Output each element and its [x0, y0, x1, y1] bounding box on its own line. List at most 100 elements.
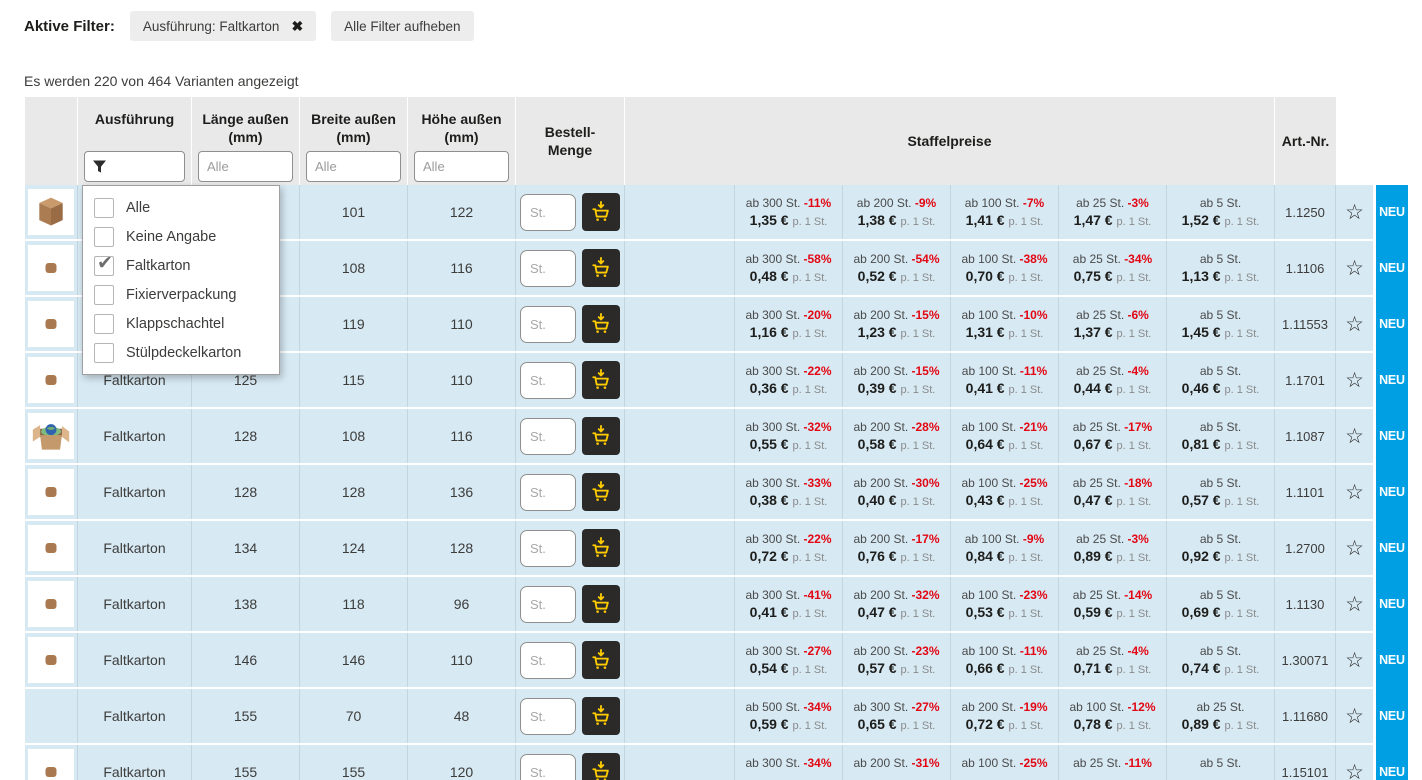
tier-price-suffix: p. 1 St. — [900, 384, 935, 396]
option-checkbox[interactable]: ✔ — [94, 285, 114, 305]
product-thumbnail[interactable] — [28, 525, 74, 571]
option-checkbox[interactable]: ✔ — [94, 314, 114, 334]
add-to-cart-button[interactable] — [582, 249, 620, 287]
hoehe-filter-input[interactable] — [414, 151, 509, 182]
product-thumbnail[interactable] — [28, 637, 74, 683]
favorite-star-icon[interactable]: ☆ — [1345, 426, 1364, 447]
option-checkbox[interactable]: ✔ — [94, 343, 114, 363]
favorite-star-icon[interactable]: ☆ — [1345, 202, 1364, 223]
breite-filter-input[interactable] — [306, 151, 401, 182]
quantity-input[interactable] — [520, 306, 576, 343]
favorite-star-icon[interactable]: ☆ — [1345, 538, 1364, 559]
tier-price: 0,39 € — [858, 380, 897, 396]
favorite-star-icon[interactable]: ☆ — [1345, 762, 1364, 780]
dropdown-option[interactable]: ✔ Alle — [83, 193, 279, 222]
table-row: Faltkarton 128 108 116 ab 300 St. -32% 0… — [25, 409, 1412, 463]
dropdown-option[interactable]: ✔ Fixierverpackung — [83, 280, 279, 309]
price-spacer-cell — [625, 353, 735, 407]
quantity-input[interactable] — [520, 474, 576, 511]
price-tier: ab 200 St. -23% 0,57 € p. 1 St. — [843, 633, 951, 687]
filter-chip-ausfuehrung[interactable]: Ausführung: Faltkarton ✖ — [130, 11, 316, 41]
dropdown-option[interactable]: ✔ Keine Angabe — [83, 222, 279, 251]
tier-discount: -34% — [804, 700, 832, 714]
product-thumbnail[interactable] — [28, 413, 74, 459]
tier-quantity: ab 200 St. — [853, 308, 908, 322]
product-thumbnail[interactable] — [28, 469, 74, 515]
favorite-star-icon[interactable]: ☆ — [1345, 258, 1364, 279]
option-checkbox[interactable]: ✔ — [94, 198, 114, 218]
add-to-cart-button[interactable] — [582, 305, 620, 343]
tier-price: 0,92 € — [1182, 548, 1221, 564]
product-thumbnail[interactable] — [28, 245, 74, 291]
tier-discount: -28% — [912, 420, 940, 434]
cart-arrow-down-icon — [590, 369, 612, 391]
price-tier: ab 5 St. 0,57 € p. 1 St. — [1167, 465, 1275, 519]
quantity-input[interactable] — [520, 194, 576, 231]
add-to-cart-button[interactable] — [582, 193, 620, 231]
tier-price-suffix: p. 1 St. — [1224, 552, 1259, 564]
add-to-cart-button[interactable] — [582, 641, 620, 679]
add-to-cart-button[interactable] — [582, 529, 620, 567]
small-box-image — [44, 765, 58, 779]
tier-price-suffix: p. 1 St. — [900, 440, 935, 452]
add-to-cart-button[interactable] — [582, 473, 620, 511]
favorite-star-icon[interactable]: ☆ — [1345, 482, 1364, 503]
favorite-star-icon[interactable]: ☆ — [1345, 314, 1364, 335]
add-to-cart-button[interactable] — [582, 585, 620, 623]
tier-price-suffix: p. 1 St. — [1116, 216, 1151, 228]
favorite-star-icon[interactable]: ☆ — [1345, 706, 1364, 727]
favorite-star-icon[interactable]: ☆ — [1345, 370, 1364, 391]
laenge-filter-input[interactable] — [198, 151, 293, 182]
tier-quantity: ab 300 St. — [853, 700, 908, 714]
dropdown-option[interactable]: ✔ Stülpdeckelkarton — [83, 338, 279, 367]
cell-ausfuehrung: Faltkarton — [78, 465, 192, 519]
quantity-input[interactable] — [520, 418, 576, 455]
price-spacer-cell — [625, 241, 735, 295]
product-thumbnail[interactable] — [28, 301, 74, 347]
tier-quantity: ab 300 St. — [745, 476, 800, 490]
dropdown-option[interactable]: ✔ Faltkarton — [83, 251, 279, 280]
ausfuehrung-filter-input[interactable] — [84, 151, 185, 182]
new-badge: NEU — [1376, 185, 1408, 239]
quantity-input[interactable] — [520, 754, 576, 780]
product-thumbnail[interactable] — [28, 189, 74, 235]
tier-price: 1,13 € — [1182, 268, 1221, 284]
quantity-input[interactable] — [520, 530, 576, 567]
tier-quantity: ab 200 St. — [853, 756, 908, 770]
tier-price: 0,72 € — [966, 716, 1005, 732]
clear-all-filters-button[interactable]: Alle Filter aufheben — [331, 11, 473, 41]
tier-price: 0,81 € — [1182, 436, 1221, 452]
tier-quantity: ab 25 St. — [1196, 700, 1244, 714]
tier-quantity: ab 5 St. — [1200, 588, 1241, 602]
cell-laenge: 134 — [192, 521, 300, 575]
quantity-input[interactable] — [520, 698, 576, 735]
tier-price: 0,89 € — [1182, 716, 1221, 732]
quantity-input[interactable] — [520, 586, 576, 623]
tier-discount: -22% — [804, 532, 832, 546]
price-tier: ab 100 St. -9% 0,84 € p. 1 St. — [951, 521, 1059, 575]
quantity-input[interactable] — [520, 362, 576, 399]
favorite-star-icon[interactable]: ☆ — [1345, 650, 1364, 671]
remove-filter-icon[interactable]: ✖ — [291, 18, 303, 35]
quantity-input[interactable] — [520, 642, 576, 679]
quantity-input[interactable] — [520, 250, 576, 287]
tier-quantity: ab 5 St. — [1200, 644, 1241, 658]
tier-price-suffix: p. 1 St. — [1116, 384, 1151, 396]
add-to-cart-button[interactable] — [582, 361, 620, 399]
product-thumbnail[interactable] — [28, 749, 74, 780]
option-checkbox[interactable]: ✔ — [94, 256, 114, 276]
option-checkbox[interactable]: ✔ — [94, 227, 114, 247]
favorite-star-icon[interactable]: ☆ — [1345, 594, 1364, 615]
add-to-cart-button[interactable] — [582, 417, 620, 455]
tier-price-suffix: p. 1 St. — [1008, 608, 1043, 620]
product-thumbnail[interactable] — [28, 357, 74, 403]
tier-discount: -9% — [915, 196, 936, 210]
tier-price-suffix: p. 1 St. — [1224, 272, 1259, 284]
dropdown-option[interactable]: ✔ Klappschachtel — [83, 309, 279, 338]
tier-discount: -4% — [1128, 644, 1149, 658]
tier-quantity: ab 200 St. — [853, 644, 908, 658]
header-breite: Breite außen (mm) — [300, 97, 408, 185]
add-to-cart-button[interactable] — [582, 753, 620, 780]
add-to-cart-button[interactable] — [582, 697, 620, 735]
product-thumbnail[interactable] — [28, 581, 74, 627]
